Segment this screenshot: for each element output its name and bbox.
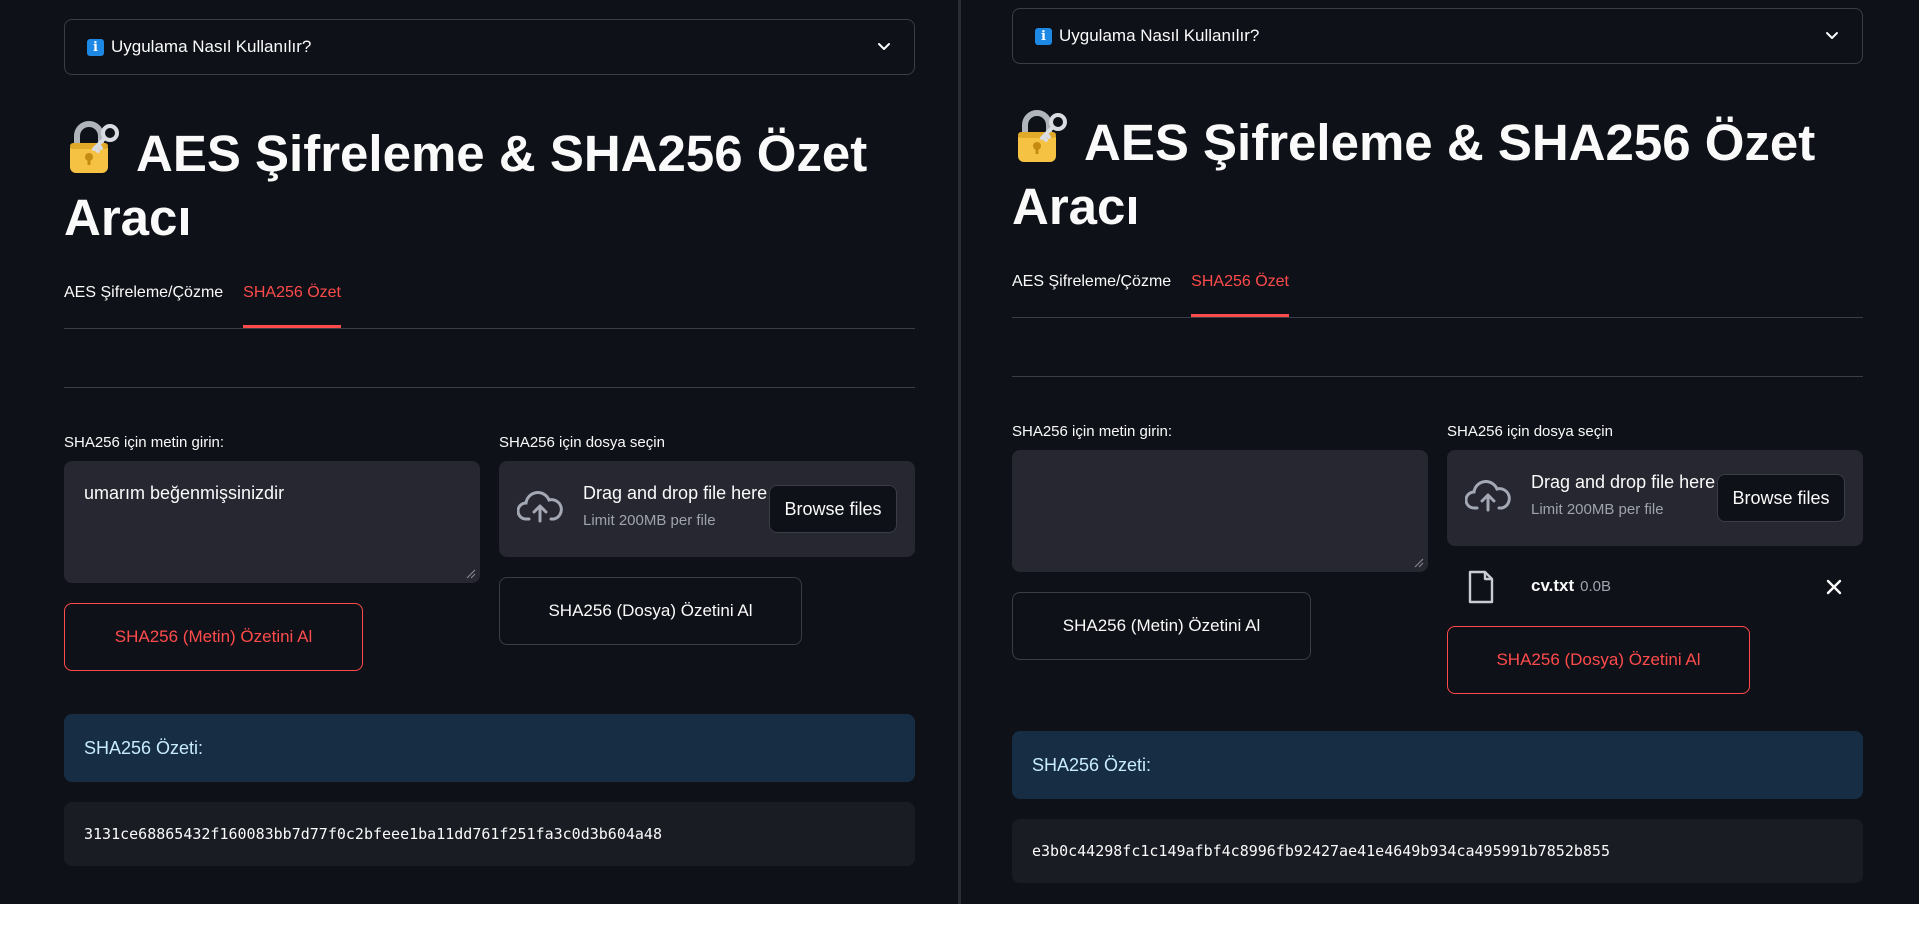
cloud-upload-icon xyxy=(1465,480,1511,512)
file-input-label: SHA256 için dosya seçin xyxy=(499,434,665,451)
app-window-right: i Uygulama Nasıl Kullanılır? AES Şifrele… xyxy=(961,0,1919,904)
file-column: SHA256 için dosya seçin Drag and drop fi… xyxy=(1447,423,1863,694)
tab-bar: AES Şifreleme/Çözme SHA256 Özet xyxy=(64,282,915,329)
resize-grip-icon[interactable] xyxy=(466,569,476,579)
file-column: SHA256 için dosya seçin Drag and drop fi… xyxy=(499,434,915,645)
app-window-left: i Uygulama Nasıl Kullanılır? AES Şifrele… xyxy=(0,0,958,904)
chevron-down-icon[interactable] xyxy=(874,36,894,56)
dropzone-instructions: Drag and drop file here Limit 200MB per … xyxy=(1531,472,1715,518)
dropzone-limit-text: Limit 200MB per file xyxy=(583,512,716,529)
tab-bar: AES Şifreleme/Çözme SHA256 Özet xyxy=(1012,271,1863,318)
dropzone-limit-text: Limit 200MB per file xyxy=(1531,501,1664,518)
page-title: AES Şifreleme & SHA256 Özet Aracı xyxy=(1012,108,1863,239)
text-input-label: SHA256 için metin girin: xyxy=(64,434,225,451)
file-dropzone[interactable]: Drag and drop file here Limit 200MB per … xyxy=(499,461,915,557)
main-content: i Uygulama Nasıl Kullanılır? AES Şifrele… xyxy=(64,19,915,866)
chevron-down-icon[interactable] xyxy=(1822,25,1842,45)
tab-sha256[interactable]: SHA256 Özet xyxy=(243,282,341,328)
page-title: AES Şifreleme & SHA256 Özet Aracı xyxy=(64,119,915,250)
uploaded-file-row: cv.txt 0.0B xyxy=(1447,546,1863,626)
file-icon xyxy=(1468,570,1494,604)
page-title-text: AES Şifreleme & SHA256 Özet Aracı xyxy=(64,125,868,246)
result-label: SHA256 Özeti: xyxy=(1032,754,1152,775)
main-content: i Uygulama Nasıl Kullanılır? AES Şifrele… xyxy=(1012,8,1863,883)
how-to-use-expander[interactable]: i Uygulama Nasıl Kullanılır? xyxy=(1012,8,1863,64)
information-icon: i xyxy=(87,38,104,56)
file-hash-button[interactable]: SHA256 (Dosya) Özetini Al xyxy=(1447,626,1750,694)
result-hash-value: 3131ce68865432f160083bb7d77f0c2bfeee1ba1… xyxy=(84,825,662,843)
text-hash-button[interactable]: SHA256 (Metin) Özetini Al xyxy=(1012,592,1311,660)
uploaded-file-name: cv.txt 0.0B xyxy=(1531,576,1611,596)
tab-aes[interactable]: AES Şifreleme/Çözme xyxy=(64,282,223,326)
tab-sha256[interactable]: SHA256 Özet xyxy=(1191,271,1289,317)
expander-label: Uygulama Nasıl Kullanılır? xyxy=(111,37,312,56)
sha256-form: SHA256 için metin girin: umarım beğenmiş… xyxy=(64,434,915,734)
information-icon: i xyxy=(1035,27,1052,45)
cloud-upload-icon xyxy=(517,491,563,523)
close-icon[interactable] xyxy=(1825,578,1843,596)
expander-label: Uygulama Nasıl Kullanılır? xyxy=(1059,26,1260,45)
result-label: SHA256 Özeti: xyxy=(84,737,204,758)
lock-with-key-icon xyxy=(70,121,119,173)
file-input-label: SHA256 için dosya seçin xyxy=(1447,423,1613,440)
file-dropzone[interactable]: Drag and drop file here Limit 200MB per … xyxy=(1447,450,1863,546)
sha256-form: SHA256 için metin girin: SHA256 (Metin) … xyxy=(1012,423,1863,751)
text-hash-button[interactable]: SHA256 (Metin) Özetini Al xyxy=(64,603,363,671)
text-column: SHA256 için metin girin: umarım beğenmiş… xyxy=(64,434,480,671)
text-input-value: umarım beğenmişsinizdir xyxy=(84,483,285,503)
file-hash-button[interactable]: SHA256 (Dosya) Özetini Al xyxy=(499,577,802,645)
resize-grip-icon[interactable] xyxy=(1414,558,1424,568)
browse-files-button[interactable]: Browse files xyxy=(1717,474,1845,522)
text-input[interactable]: umarım beğenmişsinizdir xyxy=(64,461,480,583)
how-to-use-expander[interactable]: i Uygulama Nasıl Kullanılır? xyxy=(64,19,915,75)
dropzone-main-text: Drag and drop file here xyxy=(583,483,768,503)
page-title-text: AES Şifreleme & SHA256 Özet Aracı xyxy=(1012,114,1816,235)
page-margin xyxy=(0,904,1919,930)
file-size: 0.0B xyxy=(1580,578,1612,595)
divider xyxy=(1012,376,1863,377)
text-column: SHA256 için metin girin: SHA256 (Metin) … xyxy=(1012,423,1428,660)
file-name-text: cv.txt xyxy=(1531,576,1575,595)
result-hash-code: 3131ce68865432f160083bb7d77f0c2bfeee1ba1… xyxy=(64,802,915,866)
result-hash-code: e3b0c44298fc1c149afbf4c8996fb92427ae41e4… xyxy=(1012,819,1863,883)
tab-aes[interactable]: AES Şifreleme/Çözme xyxy=(1012,271,1171,315)
divider xyxy=(64,387,915,388)
text-input-label: SHA256 için metin girin: xyxy=(1012,423,1173,440)
result-hash-value: e3b0c44298fc1c149afbf4c8996fb92427ae41e4… xyxy=(1032,842,1610,860)
text-input[interactable] xyxy=(1012,450,1428,572)
lock-with-key-icon xyxy=(1018,110,1067,162)
browse-files-button[interactable]: Browse files xyxy=(769,485,897,533)
dropzone-main-text: Drag and drop file here xyxy=(1531,472,1716,492)
dropzone-instructions: Drag and drop file here Limit 200MB per … xyxy=(583,483,767,529)
